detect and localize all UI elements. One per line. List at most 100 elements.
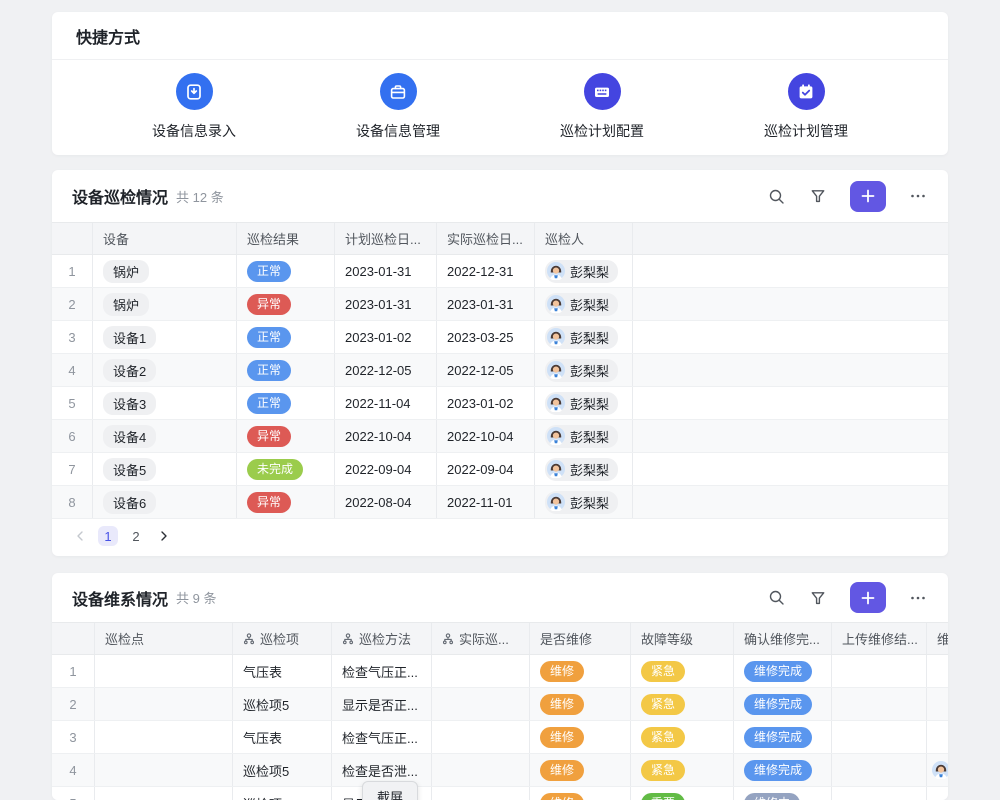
- col-planned-date[interactable]: 计划巡检日...: [335, 223, 437, 254]
- col-point[interactable]: 巡检点: [95, 623, 233, 654]
- repair-badge[interactable]: 维修: [540, 727, 584, 748]
- col-device[interactable]: 设备: [93, 223, 237, 254]
- inspector-tag[interactable]: 彭梨梨: [545, 392, 618, 415]
- point-cell[interactable]: [95, 688, 233, 720]
- actual-cell[interactable]: [432, 754, 530, 786]
- planned-date-cell[interactable]: 2022-11-04: [335, 387, 437, 419]
- add-record-button[interactable]: [850, 582, 886, 613]
- level-badge[interactable]: 紧急: [641, 727, 685, 748]
- planned-date-cell[interactable]: 2023-01-31: [335, 288, 437, 320]
- item-cell[interactable]: 气压表: [233, 655, 332, 687]
- status-badge[interactable]: 正常: [247, 261, 291, 282]
- item-cell[interactable]: 巡检项5: [233, 754, 332, 786]
- col-actual-date[interactable]: 实际巡检日...: [437, 223, 535, 254]
- inspector-tag[interactable]: 彭梨梨: [545, 293, 618, 316]
- actual-date-cell[interactable]: 2023-01-31: [437, 288, 535, 320]
- status-badge[interactable]: 正常: [247, 393, 291, 414]
- point-cell[interactable]: [95, 754, 233, 786]
- device-tag[interactable]: 锅炉: [103, 293, 149, 316]
- upload-cell[interactable]: [832, 754, 927, 786]
- repair-badge[interactable]: 维修: [540, 661, 584, 682]
- planned-date-cell[interactable]: 2022-12-05: [335, 354, 437, 386]
- inspector-tag[interactable]: 彭梨梨: [545, 458, 618, 481]
- inspector-tag[interactable]: 彭梨梨: [545, 425, 618, 448]
- device-tag[interactable]: 设备5: [103, 458, 156, 481]
- status-badge[interactable]: 正常: [247, 327, 291, 348]
- col-method[interactable]: 巡检方法: [332, 623, 432, 654]
- planned-date-cell[interactable]: 2022-10-04: [335, 420, 437, 452]
- actual-date-cell[interactable]: 2022-09-04: [437, 453, 535, 485]
- confirm-badge[interactable]: 维修中: [744, 793, 800, 800]
- level-badge[interactable]: 紧急: [641, 760, 685, 781]
- confirm-badge[interactable]: 维修完成: [744, 661, 812, 682]
- page-button-1[interactable]: 1: [98, 526, 118, 546]
- actual-cell[interactable]: [432, 688, 530, 720]
- actual-date-cell[interactable]: 2023-01-02: [437, 387, 535, 419]
- inspector-tag[interactable]: 彭梨梨: [545, 491, 618, 514]
- device-tag[interactable]: 设备6: [103, 491, 156, 514]
- actual-date-cell[interactable]: 2022-11-01: [437, 486, 535, 518]
- upload-cell[interactable]: [832, 688, 927, 720]
- col-item[interactable]: 巡检项: [233, 623, 332, 654]
- upload-cell[interactable]: [832, 655, 927, 687]
- item-cell[interactable]: 巡检项5: [233, 688, 332, 720]
- item-cell[interactable]: 气压表: [233, 721, 332, 753]
- status-badge[interactable]: 异常: [247, 294, 291, 315]
- actual-date-cell[interactable]: 2023-03-25: [437, 321, 535, 353]
- shortcut-plan-config[interactable]: 巡检计划配置: [560, 73, 644, 141]
- actual-date-cell[interactable]: 2022-12-31: [437, 255, 535, 287]
- add-record-button[interactable]: [850, 181, 886, 212]
- col-confirm[interactable]: 确认维修完...: [734, 623, 832, 654]
- point-cell[interactable]: [95, 721, 233, 753]
- actual-cell[interactable]: [432, 721, 530, 753]
- search-icon[interactable]: [766, 186, 786, 206]
- col-repair[interactable]: 是否维修: [530, 623, 631, 654]
- level-badge[interactable]: 紧急: [641, 661, 685, 682]
- prev-page-icon[interactable]: [70, 526, 90, 546]
- planned-date-cell[interactable]: 2022-09-04: [335, 453, 437, 485]
- next-page-icon[interactable]: [154, 526, 174, 546]
- col-inspector[interactable]: 巡检人: [535, 223, 633, 254]
- more-icon[interactable]: [908, 588, 928, 608]
- status-badge[interactable]: 异常: [247, 492, 291, 513]
- confirm-badge[interactable]: 维修完成: [744, 694, 812, 715]
- inspector-tag[interactable]: 彭梨梨: [545, 326, 618, 349]
- point-cell[interactable]: [95, 787, 233, 800]
- col-actual[interactable]: 实际巡...: [432, 623, 530, 654]
- more-icon[interactable]: [908, 186, 928, 206]
- method-cell[interactable]: 显示是否正...: [332, 688, 432, 720]
- actual-date-cell[interactable]: 2022-12-05: [437, 354, 535, 386]
- inspector-tag[interactable]: 彭梨梨: [545, 359, 618, 382]
- repair-badge[interactable]: 维修: [540, 760, 584, 781]
- confirm-badge[interactable]: 维修完成: [744, 727, 812, 748]
- planned-date-cell[interactable]: 2023-01-31: [335, 255, 437, 287]
- status-badge[interactable]: 未完成: [247, 459, 303, 480]
- upload-cell[interactable]: [832, 787, 927, 800]
- filter-icon[interactable]: [808, 588, 828, 608]
- col-upload[interactable]: 上传维修结...: [832, 623, 927, 654]
- item-cell[interactable]: 巡检项5: [233, 787, 332, 800]
- search-icon[interactable]: [766, 588, 786, 608]
- status-badge[interactable]: 正常: [247, 360, 291, 381]
- shortcut-device-manage[interactable]: 设备信息管理: [356, 73, 440, 141]
- device-tag[interactable]: 锅炉: [103, 260, 149, 283]
- planned-date-cell[interactable]: 2022-08-04: [335, 486, 437, 518]
- col-level[interactable]: 故障等级: [631, 623, 734, 654]
- repair-badge[interactable]: 维修: [540, 694, 584, 715]
- status-badge[interactable]: 异常: [247, 426, 291, 447]
- shortcut-plan-manage[interactable]: 巡检计划管理: [764, 73, 848, 141]
- point-cell[interactable]: [95, 655, 233, 687]
- actual-cell[interactable]: [432, 655, 530, 687]
- repair-badge[interactable]: 维修: [540, 793, 584, 800]
- level-badge[interactable]: 重要: [641, 793, 685, 800]
- col-result[interactable]: 巡检结果: [237, 223, 335, 254]
- filter-icon[interactable]: [808, 186, 828, 206]
- inspector-tag[interactable]: 彭梨梨: [545, 260, 618, 283]
- shortcut-device-entry[interactable]: 设备信息录入: [152, 73, 236, 141]
- device-tag[interactable]: 设备2: [103, 359, 156, 382]
- device-tag[interactable]: 设备1: [103, 326, 156, 349]
- device-tag[interactable]: 设备4: [103, 425, 156, 448]
- actual-cell[interactable]: [432, 787, 530, 800]
- confirm-badge[interactable]: 维修完成: [744, 760, 812, 781]
- planned-date-cell[interactable]: 2023-01-02: [335, 321, 437, 353]
